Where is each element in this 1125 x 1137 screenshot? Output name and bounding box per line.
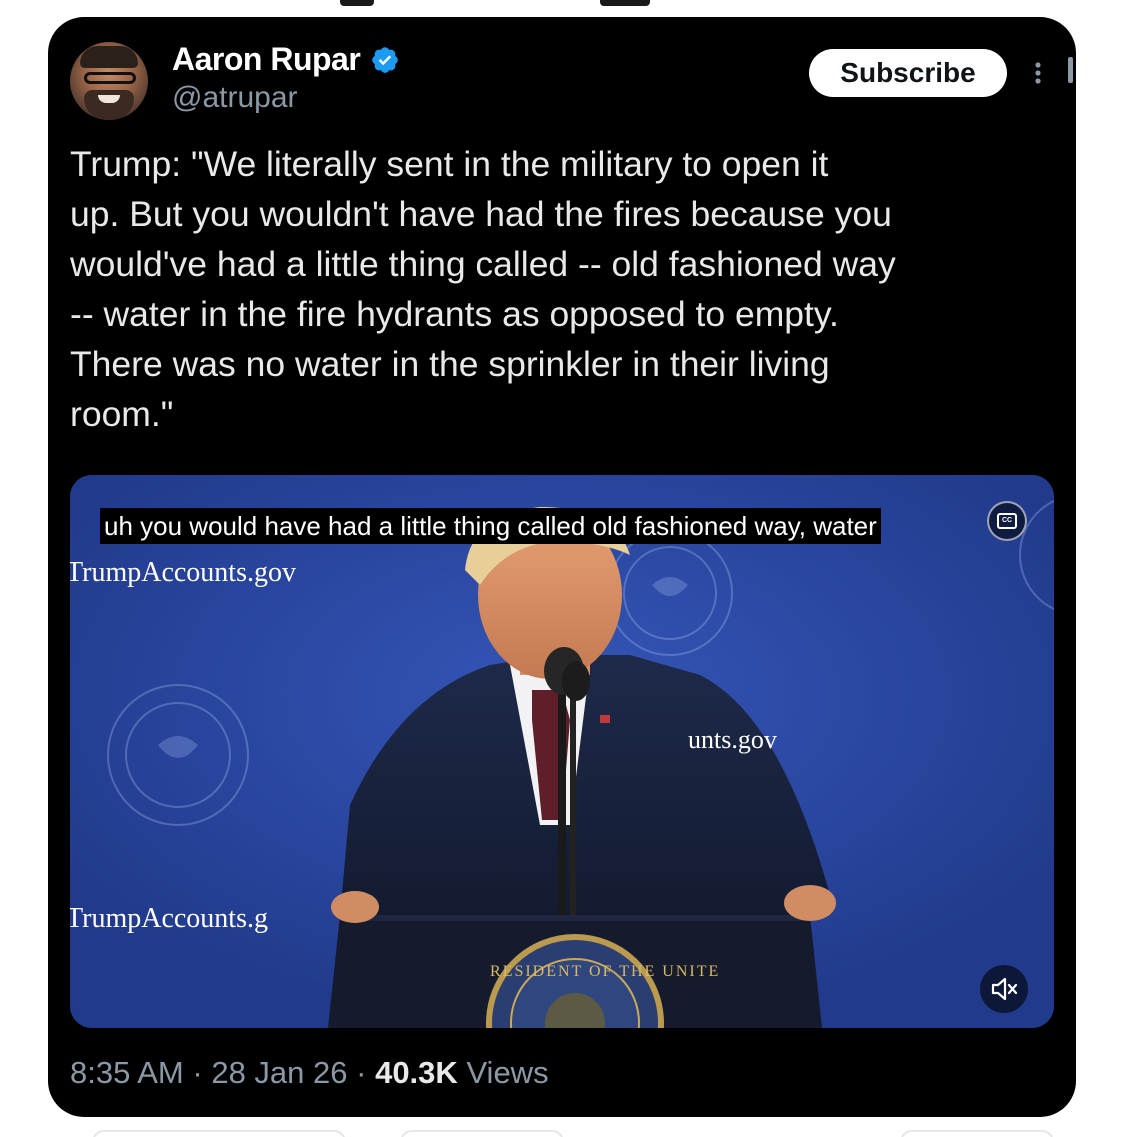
action-bar-fragment bbox=[0, 1128, 1125, 1137]
avatar[interactable] bbox=[70, 42, 148, 120]
podium-seal-text: RESIDENT OF THE UNITE bbox=[490, 963, 721, 980]
author-name[interactable]: Aaron Rupar bbox=[172, 41, 361, 78]
video-caption: uh you would have had a little thing cal… bbox=[100, 508, 881, 544]
separator: · bbox=[192, 1055, 203, 1090]
muted-speaker-icon[interactable] bbox=[980, 965, 1028, 1013]
tweet-time[interactable]: 8:35 AM bbox=[70, 1055, 184, 1090]
tweet-card[interactable]: Aaron Rupar @atrupar Subscribe Trump: "W… bbox=[48, 17, 1076, 1117]
views-label: Views bbox=[466, 1055, 549, 1090]
tweet-text: Trump: "We literally sent in the militar… bbox=[70, 144, 896, 434]
backdrop-sign-text: TrumpAccounts.g bbox=[70, 903, 268, 934]
separator: · bbox=[356, 1055, 367, 1090]
page: Aaron Rupar @atrupar Subscribe Trump: "W… bbox=[0, 0, 1125, 1137]
views-count[interactable]: 40.3K bbox=[375, 1055, 458, 1090]
backdrop-sign-text: unts.gov bbox=[688, 725, 777, 754]
grok-icon[interactable] bbox=[1068, 57, 1073, 83]
cropped-header-fragment bbox=[300, 0, 730, 8]
closed-captions-icon[interactable]: CC bbox=[987, 501, 1027, 541]
video-player[interactable]: TrumpAccounts.gov unts.gov TrumpAccounts… bbox=[70, 475, 1054, 1028]
author-handle[interactable]: @atrupar bbox=[172, 81, 298, 115]
subscribe-button[interactable]: Subscribe bbox=[809, 49, 1007, 97]
backdrop-sign-text: TrumpAccounts.gov bbox=[70, 557, 296, 588]
tweet-date[interactable]: 28 Jan 26 bbox=[211, 1055, 347, 1090]
tweet-metadata: 8:35 AM · 28 Jan 26 · 40.3K Views bbox=[70, 1055, 549, 1091]
verified-badge-icon bbox=[372, 47, 398, 73]
more-vertical-icon[interactable] bbox=[1028, 55, 1048, 91]
